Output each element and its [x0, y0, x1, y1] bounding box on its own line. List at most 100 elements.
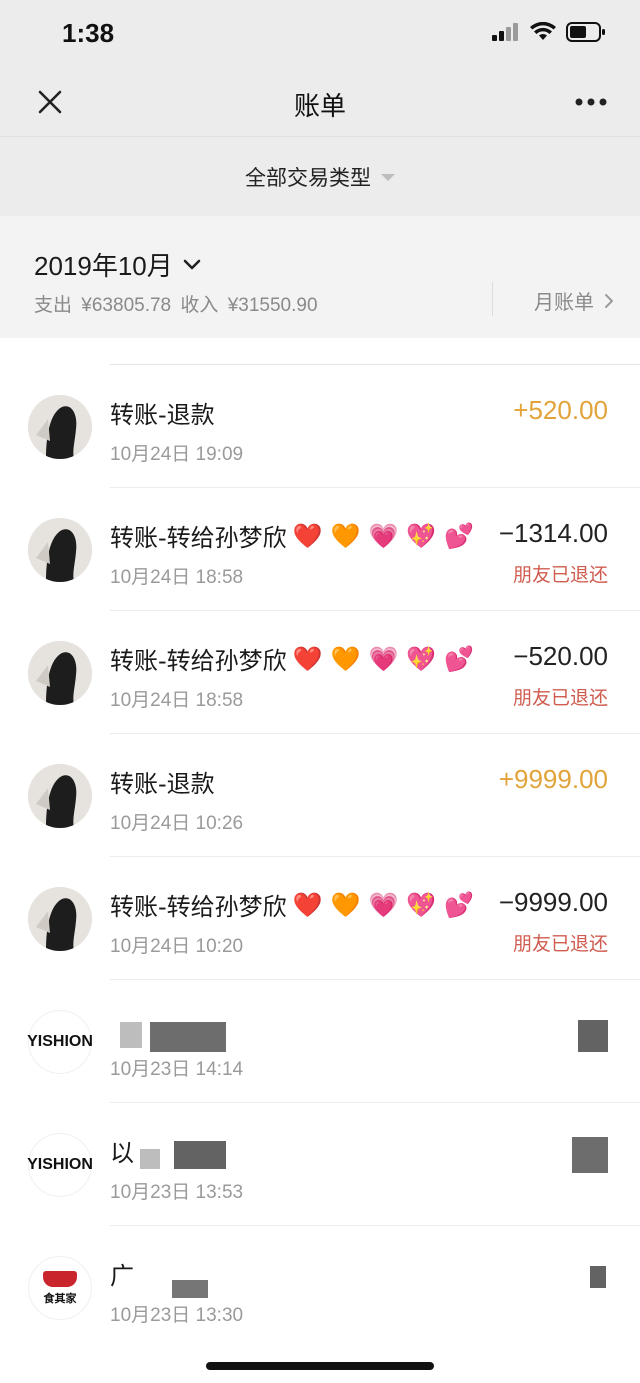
signal-icon: [492, 23, 518, 41]
avatar-photo: [28, 887, 92, 951]
wifi-icon: [530, 22, 556, 40]
month-label: 2019年10月: [34, 251, 173, 281]
transaction-row[interactable]: 食其家 广 10月23日 13:30: [0, 1226, 640, 1349]
transaction-time: 10月24日 19:09: [110, 444, 244, 465]
more-icon[interactable]: [574, 88, 608, 116]
filter-bar: 全部交易类型: [0, 136, 640, 216]
status-time: 1:38: [62, 18, 115, 48]
transaction-amount: −9999.00: [498, 887, 608, 917]
status-bar: 1:38: [0, 0, 640, 68]
avatar: [28, 518, 92, 582]
heart-emoji: 💕: [444, 644, 475, 673]
merchant-logo-text: 食其家: [43, 1292, 77, 1305]
transaction-title: 转账-退款: [110, 395, 215, 430]
transaction-row[interactable]: YISHION 以 10月23日 13:53: [0, 1103, 640, 1226]
transaction-row[interactable]: 转账-退款 10月24日 19:09 +520.00: [0, 365, 640, 488]
transaction-title: 转账-转给孙梦欣 ❤️ 🧡 💗 💖 💕: [110, 887, 474, 922]
divider: [492, 282, 493, 316]
transaction-title-text: 转账-退款: [110, 401, 215, 429]
filter-label: 全部交易类型: [245, 165, 371, 190]
refund-status: 朋友已退还: [512, 687, 608, 709]
chevron-right-icon: [605, 293, 613, 308]
redacted-block: [140, 1149, 160, 1169]
transaction-title-text: 转账-退款: [110, 770, 215, 798]
heart-emoji: 💗: [368, 644, 399, 673]
avatar: [28, 887, 92, 951]
nav-bar: 账单: [0, 68, 640, 136]
expense-value: ¥63805.78: [81, 295, 172, 316]
transaction-row[interactable]: 转账-转给孙梦欣 ❤️ 🧡 💗 💖 💕 10月24日 18:58 −520.00…: [0, 611, 640, 734]
avatar: [28, 395, 92, 459]
month-summary: 支出 ¥63805.78 收入 ¥31550.90: [34, 290, 322, 317]
emoji-hearts: ❤️ 🧡 💗 💖 💕: [293, 891, 474, 919]
redacted-block: [150, 1022, 226, 1052]
transaction-list: 转账-退款 10月24日 19:09 +520.00 转账-转给孙梦欣 ❤️ 🧡…: [0, 338, 640, 1383]
transaction-amount: +9999.00: [498, 764, 608, 794]
redacted-amount: [572, 1137, 608, 1173]
battery-icon: [566, 22, 605, 42]
transaction-time: 10月23日 13:53: [110, 1182, 244, 1203]
bowl-icon: [43, 1270, 77, 1287]
transaction-title-text: 转账-转给孙梦欣: [110, 524, 287, 552]
avatar-photo: [28, 764, 92, 828]
transaction-type-filter[interactable]: 全部交易类型: [245, 162, 395, 192]
heart-emoji: ❤️: [292, 890, 323, 919]
transaction-time: 10月24日 18:58: [110, 567, 244, 588]
chevron-down-icon: [183, 259, 201, 269]
emoji-hearts: ❤️ 🧡 💗 💖 💕: [293, 645, 474, 673]
merchant-logo: YISHION: [27, 1010, 93, 1074]
redacted-block: [174, 1141, 226, 1169]
page-title: 账单: [293, 92, 346, 122]
sukiya-logo: 食其家: [43, 1270, 77, 1306]
merchant-logo: YISHION: [27, 1133, 93, 1197]
transaction-row[interactable]: 转账-转给孙梦欣 ❤️ 🧡 💗 💖 💕 10月24日 10:20 −9999.0…: [0, 857, 640, 980]
caret-down-icon: [381, 174, 395, 181]
redacted-block: [172, 1280, 208, 1298]
heart-emoji: ❤️: [292, 644, 323, 673]
refund-status: 朋友已退还: [512, 564, 608, 586]
avatar-photo: [28, 641, 92, 705]
expense-label: 支出: [34, 295, 73, 316]
heart-emoji: 🧡: [330, 521, 361, 550]
transaction-title-text: 广: [110, 1262, 134, 1290]
home-indicator[interactable]: [206, 1362, 434, 1370]
transaction-title-text: 转账-转给孙梦欣: [110, 893, 287, 921]
transaction-title-text: 转账-转给孙梦欣: [110, 647, 287, 675]
heart-emoji: ❤️: [292, 521, 323, 550]
merchant-logo: 食其家: [28, 1256, 92, 1320]
month-header: 2019年10月 支出 ¥63805.78 收入 ¥31550.90 月账单: [0, 216, 640, 338]
status-icons: [492, 22, 606, 42]
redacted-block: [120, 1022, 142, 1048]
heart-emoji: 🧡: [330, 890, 361, 919]
emoji-hearts: ❤️ 🧡 💗 💖 💕: [293, 522, 474, 550]
monthly-bill-link[interactable]: 月账单: [534, 286, 614, 315]
transaction-row[interactable]: 转账-转给孙梦欣 ❤️ 🧡 💗 💖 💕 10月24日 18:58 −1314.0…: [0, 488, 640, 611]
avatar: [28, 764, 92, 828]
redacted-amount: [590, 1266, 606, 1288]
transaction-row[interactable]: 转账-退款 10月24日 10:26 +9999.00: [0, 734, 640, 857]
transaction-time: 10月23日 14:14: [110, 1059, 244, 1080]
transaction-title: 广: [110, 1256, 134, 1291]
transaction-row[interactable]: YISHION 10月23日 14:14: [0, 980, 640, 1103]
transaction-time: 10月24日 18:58: [110, 690, 244, 711]
monthly-bill-label: 月账单: [534, 290, 594, 314]
transaction-time: 10月24日 10:26: [110, 813, 244, 834]
heart-emoji: 💖: [406, 521, 437, 550]
month-selector[interactable]: 2019年10月: [34, 246, 201, 283]
transaction-title: 转账-退款: [110, 764, 215, 799]
transaction-title: 转账-转给孙梦欣 ❤️ 🧡 💗 💖 💕: [110, 641, 474, 676]
transaction-amount: +520.00: [513, 395, 608, 425]
heart-emoji: 💗: [368, 521, 399, 550]
heart-emoji: 💕: [444, 521, 475, 550]
transaction-amount: −520.00: [513, 641, 608, 671]
heart-emoji: 💖: [406, 644, 437, 673]
transaction-amount: −1314.00: [498, 518, 608, 548]
redacted-amount: [578, 1020, 608, 1052]
transaction-time: 10月23日 13:30: [110, 1305, 244, 1326]
income-label: 收入: [180, 295, 219, 316]
heart-emoji: 🧡: [330, 644, 361, 673]
refund-status: 朋友已退还: [512, 933, 608, 955]
transaction-title-text: 以: [110, 1139, 134, 1167]
transaction-title: 转账-转给孙梦欣 ❤️ 🧡 💗 💖 💕: [110, 518, 474, 553]
income-value: ¥31550.90: [227, 295, 318, 316]
